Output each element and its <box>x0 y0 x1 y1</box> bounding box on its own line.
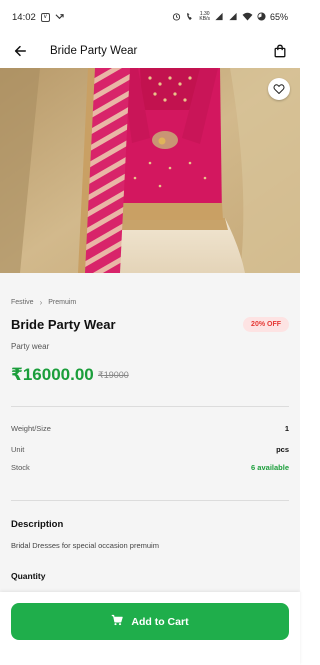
divider <box>11 500 289 501</box>
battery-percent: 65% <box>269 12 288 22</box>
quantity-heading: Quantity <box>11 571 46 581</box>
signal-1-icon <box>214 12 224 23</box>
product-price: ₹16000.00 <box>11 365 94 384</box>
stock-status: 6 available <box>251 463 289 472</box>
heart-icon[interactable] <box>268 78 290 100</box>
bottom-bar: Add to Cart <box>0 592 300 665</box>
missed-call-icon <box>55 12 64 23</box>
add-to-cart-button[interactable]: Add to Cart <box>11 603 289 640</box>
net-speed: 1.30 KB/s <box>199 11 210 22</box>
description-heading: Description <box>11 519 64 530</box>
arrow-left-icon[interactable] <box>10 41 30 61</box>
spec-label: Stock <box>11 463 30 472</box>
breadcrumb-item[interactable]: Premuim <box>48 299 76 306</box>
cart-icon <box>111 614 124 629</box>
breadcrumb: Festive › Premuim <box>11 298 76 307</box>
signal-2-icon <box>228 12 238 23</box>
spec-value: pcs <box>276 445 289 454</box>
spec-value: 1 <box>284 424 289 433</box>
wifi-call-icon <box>185 12 195 23</box>
spec-label: Weight/Size <box>11 424 51 433</box>
alarm-icon <box>172 12 181 23</box>
product-mrp: ₹19000 <box>98 370 129 380</box>
product-details: Festive › Premuim Bride Party Wear 20% O… <box>0 273 300 603</box>
spec-row-weight: Weight/Size 1 <box>11 424 289 433</box>
product-subtitle: Party wear <box>11 342 50 351</box>
spec-label: Unit <box>11 445 25 454</box>
description-text: Bridal Dresses for special occasion prem… <box>11 541 159 550</box>
product-title: Bride Party Wear <box>11 317 116 332</box>
shopping-bag-icon[interactable] <box>270 41 290 61</box>
add-to-cart-label: Add to Cart <box>131 615 189 628</box>
spec-row-stock: Stock 6 available <box>11 463 289 472</box>
battery-icon <box>257 11 266 23</box>
chevron-right-icon: › <box>39 298 43 307</box>
product-image[interactable] <box>0 68 300 273</box>
status-bar: 14:02 v 1.30 KB/s 65% <box>0 0 300 34</box>
discount-badge: 20% OFF <box>243 317 289 332</box>
wifi-icon <box>242 12 253 23</box>
page-title: Bride Party Wear <box>50 45 138 57</box>
app-bar: Bride Party Wear <box>0 34 300 68</box>
divider <box>11 406 289 407</box>
sim-badge-icon: v <box>40 12 50 22</box>
status-time: 14:02 <box>12 11 36 23</box>
spec-row-unit: Unit pcs <box>11 445 289 454</box>
breadcrumb-item[interactable]: Festive <box>11 299 34 306</box>
